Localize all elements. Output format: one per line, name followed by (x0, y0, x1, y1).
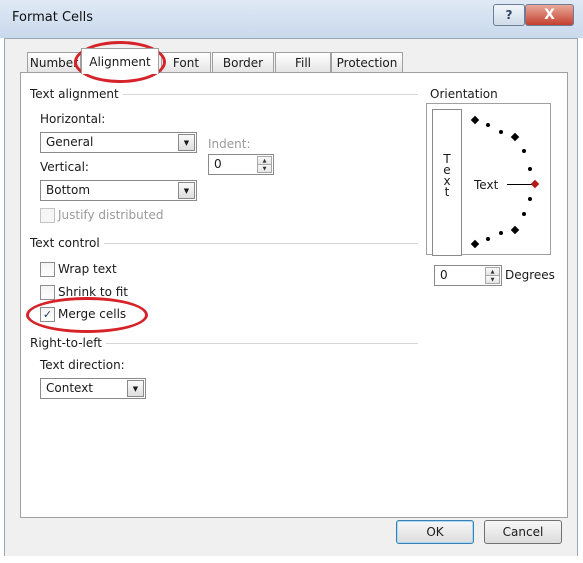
wrap-text-checkbox[interactable] (40, 262, 55, 277)
dial-text-label: Text (474, 178, 499, 192)
tab-alignment[interactable]: Alignment (81, 48, 159, 74)
chevron-down-icon[interactable]: ▼ (127, 380, 144, 397)
justify-distributed-label: Justify distributed (58, 208, 164, 222)
dial-needle (507, 184, 533, 185)
text-direction-select[interactable]: Context ▼ (40, 378, 146, 399)
tab-border[interactable]: Border (212, 52, 274, 73)
degrees-stepper[interactable]: 0 ▲ ▼ (434, 265, 502, 286)
dial-marker (528, 197, 532, 201)
close-button[interactable]: X (525, 4, 574, 26)
spin-down-icon[interactable]: ▼ (485, 275, 500, 284)
dial-marker (522, 149, 526, 153)
degrees-label: Degrees (505, 268, 555, 282)
dial-marker (510, 132, 520, 142)
vertical-value: Bottom (46, 183, 91, 197)
justify-distributed-checkbox[interactable] (40, 208, 55, 223)
right-to-left-heading: Right-to-left (30, 336, 106, 350)
vertical-text-letter: t (444, 185, 450, 199)
indent-label: Indent: (208, 137, 251, 151)
text-alignment-heading: Text alignment (30, 87, 123, 101)
degrees-value: 0 (440, 268, 448, 282)
vertical-select[interactable]: Bottom ▼ (40, 180, 197, 201)
window-title: Format Cells (12, 10, 94, 25)
dial-marker (528, 167, 532, 171)
dial-marker (486, 237, 490, 241)
annotation-ring-merge-cells (26, 297, 148, 333)
vertical-label: Vertical: (40, 160, 89, 174)
dial-marker (499, 130, 503, 134)
dial-marker (470, 239, 480, 249)
text-control-heading: Text control (30, 236, 104, 250)
tab-protection[interactable]: Protection (331, 52, 403, 73)
cancel-button[interactable]: Cancel (484, 520, 562, 544)
spin-down-icon[interactable]: ▼ (257, 164, 272, 173)
shrink-to-fit-checkbox[interactable] (40, 285, 55, 300)
dial-marker (522, 212, 526, 216)
vertical-text-button[interactable]: T e x t (432, 109, 462, 256)
indent-stepper[interactable]: 0 ▲ ▼ (208, 154, 274, 175)
text-direction-value: Context (46, 381, 94, 395)
ok-button[interactable]: OK (396, 520, 474, 544)
dial-marker (486, 123, 490, 127)
orientation-dial[interactable]: Text (466, 109, 546, 253)
dial-marker (499, 231, 503, 235)
window-bottom-edge (0, 556, 583, 563)
horizontal-value: General (46, 135, 94, 149)
dial-handle-icon[interactable] (530, 179, 540, 189)
horizontal-select[interactable]: General ▼ (40, 132, 197, 153)
horizontal-label: Horizontal: (40, 112, 106, 126)
help-button[interactable]: ? (493, 4, 525, 26)
orientation-heading: Orientation (430, 87, 502, 101)
chevron-down-icon[interactable]: ▼ (178, 182, 195, 199)
chevron-down-icon[interactable]: ▼ (178, 134, 195, 151)
indent-value: 0 (214, 157, 222, 171)
tab-fill[interactable]: Fill (275, 52, 331, 73)
dial-marker (470, 115, 480, 125)
tab-font[interactable]: Font (161, 52, 211, 73)
tab-number[interactable]: Number (27, 52, 81, 73)
dial-marker (510, 225, 520, 235)
wrap-text-label: Wrap text (58, 262, 117, 276)
text-direction-label: Text direction: (40, 358, 125, 372)
